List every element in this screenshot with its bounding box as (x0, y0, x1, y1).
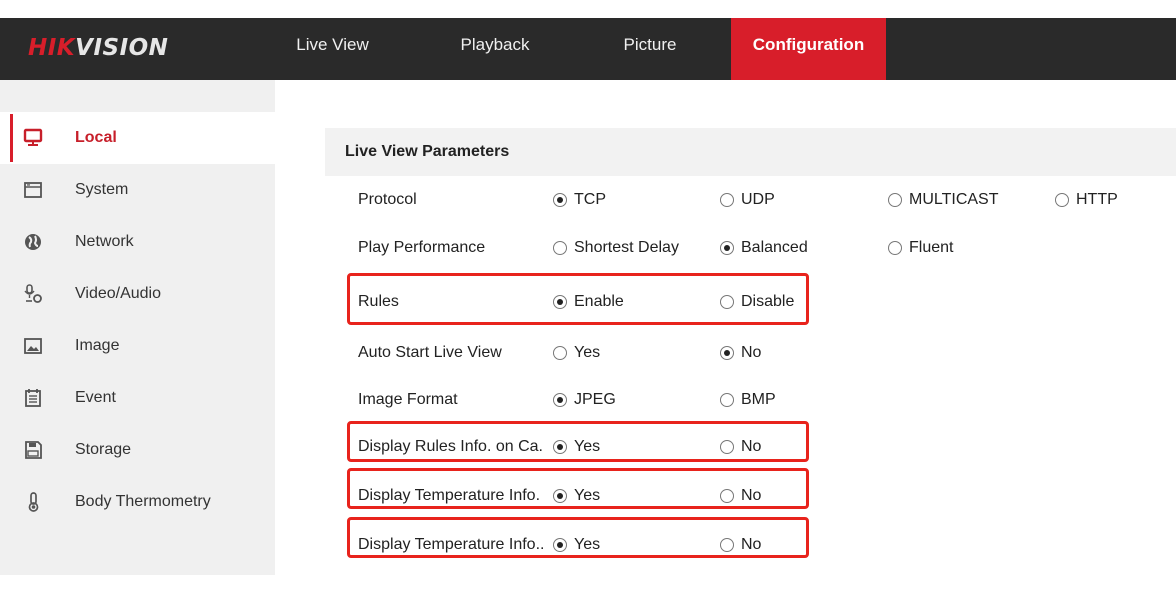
radio-unchecked-icon (1055, 193, 1069, 207)
radio-performance-fluent[interactable]: Fluent (888, 239, 953, 257)
radio-performance-balanced[interactable]: Balanced (720, 239, 808, 257)
sidebar-item-local[interactable]: Local (0, 112, 275, 164)
radio-protocol-http[interactable]: HTTP (1055, 191, 1118, 209)
nav-configuration[interactable]: Configuration (731, 18, 886, 80)
setting-row-auto-start-live-view: Auto Start Live View Yes No (0, 335, 1176, 375)
radio-checked-icon (553, 393, 567, 407)
radio-rules-enable[interactable]: Enable (553, 293, 624, 311)
setting-row-play-performance: Play Performance Shortest Delay Balanced… (0, 230, 1176, 270)
row-label: Rules (358, 293, 399, 310)
radio-protocol-multicast[interactable]: MULTICAST (888, 191, 998, 209)
sidebar-item-label: Local (75, 129, 117, 146)
radio-unchecked-icon (553, 346, 567, 360)
radio-auto-start-yes[interactable]: Yes (553, 344, 600, 362)
row-label: Auto Start Live View (358, 344, 502, 361)
radio-checked-icon (553, 440, 567, 454)
radio-unchecked-icon (553, 241, 567, 255)
radio-unchecked-icon (720, 489, 734, 503)
radio-checked-icon (553, 193, 567, 207)
radio-checked-icon (720, 346, 734, 360)
radio-checked-icon (720, 241, 734, 255)
radio-unchecked-icon (720, 538, 734, 552)
radio-display-temperature-2-no[interactable]: No (720, 536, 761, 554)
radio-display-temperature-2-yes[interactable]: Yes (553, 536, 600, 554)
setting-row-image-format: Image Format JPEG BMP (0, 382, 1176, 422)
radio-protocol-udp[interactable]: UDP (720, 191, 775, 209)
hikvision-logo: HIKVISION (28, 35, 168, 61)
row-label: Display Rules Info. on Ca... (358, 438, 544, 455)
radio-display-rules-yes[interactable]: Yes (553, 438, 600, 456)
row-label: Image Format (358, 391, 458, 408)
section-header: Live View Parameters (325, 128, 1176, 176)
nav-live-view[interactable]: Live View (285, 18, 380, 80)
row-label: Display Temperature Info. (358, 487, 541, 504)
radio-checked-icon (553, 489, 567, 503)
top-navigation-bar: HIKVISION Live View Playback Picture Con… (0, 18, 1176, 80)
nav-picture[interactable]: Picture (600, 18, 700, 80)
radio-rules-disable[interactable]: Disable (720, 293, 794, 311)
row-label: Play Performance (358, 239, 486, 256)
radio-unchecked-icon (888, 241, 902, 255)
setting-row-display-rules-info: Display Rules Info. on Ca... Yes No (0, 429, 1176, 469)
row-label: Display Temperature Info... (358, 536, 544, 553)
setting-row-rules: Rules Enable Disable (0, 284, 1176, 324)
radio-display-rules-no[interactable]: No (720, 438, 761, 456)
radio-unchecked-icon (888, 193, 902, 207)
radio-image-format-bmp[interactable]: BMP (720, 391, 776, 409)
section-title: Live View Parameters (345, 143, 510, 160)
setting-row-protocol: Protocol TCP UDP MULTICAST HTTP (0, 182, 1176, 222)
logo-text-hik: HIK (28, 35, 76, 61)
radio-checked-icon (553, 295, 567, 309)
monitor-icon (23, 128, 43, 148)
logo-text-vision: VISION (75, 35, 169, 61)
radio-unchecked-icon (720, 393, 734, 407)
radio-unchecked-icon (720, 295, 734, 309)
radio-unchecked-icon (720, 440, 734, 454)
radio-performance-shortest-delay[interactable]: Shortest Delay (553, 239, 679, 257)
radio-display-temperature-yes[interactable]: Yes (553, 487, 600, 505)
radio-image-format-jpeg[interactable]: JPEG (553, 391, 616, 409)
radio-display-temperature-no[interactable]: No (720, 487, 761, 505)
row-label: Protocol (358, 191, 417, 208)
setting-row-display-temperature-info-2: Display Temperature Info... Yes No (0, 527, 1176, 567)
radio-unchecked-icon (720, 193, 734, 207)
radio-checked-icon (553, 538, 567, 552)
nav-playback[interactable]: Playback (440, 18, 550, 80)
setting-row-display-temperature-info: Display Temperature Info. Yes No (0, 478, 1176, 518)
radio-auto-start-no[interactable]: No (720, 344, 761, 362)
radio-protocol-tcp[interactable]: TCP (553, 191, 606, 209)
